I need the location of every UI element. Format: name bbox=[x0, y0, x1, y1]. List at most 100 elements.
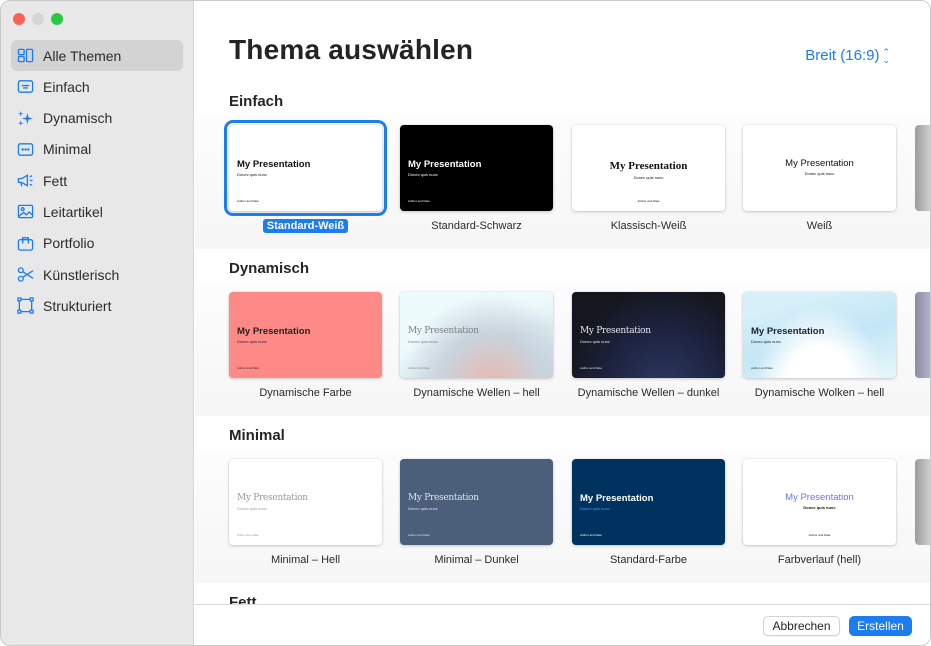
theme-card-dynamische-wellen-hell[interactable]: My Presentation Donec quis nunc Author a… bbox=[400, 292, 553, 401]
next-theme-peek[interactable] bbox=[915, 125, 930, 211]
thumb-subtitle: Donec quis nunc bbox=[237, 339, 267, 344]
slide-size-popup[interactable]: Breit (16:9) ⌃ ⌄ bbox=[805, 47, 890, 64]
section-title: Einfach bbox=[229, 93, 284, 110]
thumb-subtitle: Donec quis nunc bbox=[751, 339, 781, 344]
thumb-title: My Presentation bbox=[408, 159, 482, 170]
frame-icon bbox=[16, 297, 34, 315]
theme-card-standard-farbe[interactable]: My Presentation Donec quis nunc Author a… bbox=[572, 459, 725, 568]
theme-card-weiss[interactable]: My Presentation Donec quis nunc Weiß bbox=[743, 125, 896, 234]
theme-category-list: Alle Themen Einfach Dynamisch Minimal Fe… bbox=[11, 40, 183, 322]
thumb-title: My Presentation bbox=[609, 160, 688, 172]
briefcase-icon bbox=[16, 234, 34, 252]
sidebar-item-portfolio[interactable]: Portfolio bbox=[11, 228, 183, 259]
thumb-subtitle: Donec quis nunc bbox=[803, 505, 836, 510]
sidebar: Alle Themen Einfach Dynamisch Minimal Fe… bbox=[1, 1, 194, 645]
theme-card-standard-weiss[interactable]: My Presentation Donec quis nunc Author a… bbox=[224, 120, 387, 234]
sidebar-item-fett[interactable]: Fett bbox=[11, 165, 183, 196]
thumb-title: My Presentation bbox=[408, 326, 479, 336]
theme-thumbnail: My Presentation Donec quis nunc Author a… bbox=[400, 459, 553, 545]
sidebar-item-label: Einfach bbox=[43, 78, 90, 95]
theme-label: Standard-Schwarz bbox=[431, 220, 522, 232]
thumb-title: My Presentation bbox=[408, 493, 479, 503]
thumb-title: My Presentation bbox=[580, 326, 651, 336]
thumb-subtitle: Donec quis nunc bbox=[408, 339, 438, 344]
section-title: Dynamisch bbox=[229, 260, 310, 277]
thumb-subtitle: Donec quis nunc bbox=[580, 339, 610, 344]
section-header-einfach: Einfach bbox=[195, 81, 930, 117]
theme-card-minimal-dunkel[interactable]: My Presentation Donec quis nunc Author a… bbox=[400, 459, 553, 568]
maximize-window-button[interactable] bbox=[51, 13, 63, 25]
next-theme-peek[interactable] bbox=[915, 292, 930, 378]
theme-thumbnail: My Presentation Donec quis nunc Author a… bbox=[229, 459, 382, 545]
thumb-author: Author and Date bbox=[580, 366, 602, 370]
thumb-title: My Presentation bbox=[580, 493, 654, 504]
sidebar-item-label: Leitartikel bbox=[43, 203, 103, 220]
thumb-title: My Presentation bbox=[785, 158, 854, 169]
theme-label: Minimal – Dunkel bbox=[434, 554, 519, 566]
theme-label: Weiß bbox=[806, 220, 833, 232]
minimal-icon bbox=[16, 140, 34, 158]
sidebar-item-minimal[interactable]: Minimal bbox=[11, 134, 183, 165]
up-down-chevron-icon: ⌃ ⌄ bbox=[882, 46, 890, 65]
theme-thumbnail: My Presentation Donec quis nunc Author a… bbox=[400, 292, 553, 378]
theme-thumbnail: My Presentation Donec quis nunc Author a… bbox=[400, 125, 553, 211]
sidebar-item-label: Strukturiert bbox=[43, 297, 112, 314]
sidebar-item-leitartikel[interactable]: Leitartikel bbox=[11, 196, 183, 227]
sidebar-item-alle-themen[interactable]: Alle Themen bbox=[11, 40, 183, 71]
theme-card-dynamische-farbe[interactable]: My Presentation Donec quis nunc Author a… bbox=[229, 292, 382, 401]
sidebar-item-einfach[interactable]: Einfach bbox=[11, 71, 183, 102]
theme-label: Dynamische Wellen – dunkel bbox=[577, 387, 720, 399]
sparkles-icon bbox=[16, 109, 34, 127]
thumb-author: Author and Date bbox=[237, 199, 259, 203]
thumb-title: My Presentation bbox=[743, 492, 896, 503]
theme-card-klassisch-weiss[interactable]: My Presentation Donec quis nunc Author a… bbox=[572, 125, 725, 234]
sidebar-item-label: Künstlerisch bbox=[43, 266, 120, 283]
thumb-subtitle: Donec quis nunc bbox=[408, 172, 438, 177]
thumb-title: My Presentation bbox=[237, 493, 308, 503]
theme-card-dynamische-wolken-hell[interactable]: My Presentation Donec quis nunc Author a… bbox=[743, 292, 896, 401]
theme-thumbnail: My Presentation Donec quis nunc Author a… bbox=[229, 292, 382, 378]
theme-card-standard-schwarz[interactable]: My Presentation Donec quis nunc Author a… bbox=[400, 125, 553, 234]
thumb-author: Author and Date bbox=[237, 366, 259, 370]
sidebar-item-label: Dynamisch bbox=[43, 110, 113, 127]
thumb-title: My Presentation bbox=[237, 159, 311, 170]
sidebar-item-label: Fett bbox=[43, 172, 68, 189]
window-controls bbox=[13, 13, 63, 25]
photo-icon bbox=[16, 203, 34, 221]
slide-size-value: Breit (16:9) bbox=[805, 47, 880, 64]
theme-gallery[interactable]: Thema auswählen Breit (16:9) ⌃ ⌄ Einfach … bbox=[195, 1, 930, 605]
thumb-author: Author and Date bbox=[408, 366, 430, 370]
theme-card-dynamische-wellen-dunkel[interactable]: My Presentation Donec quis nunc Author a… bbox=[572, 292, 725, 401]
thumb-title: My Presentation bbox=[751, 326, 825, 337]
theme-label: Minimal – Hell bbox=[270, 554, 341, 566]
dialog-footer: Abbrechen Erstellen bbox=[195, 604, 930, 645]
theme-label: Farbverlauf (hell) bbox=[777, 554, 862, 566]
theme-card-farbverlauf-hell[interactable]: My Presentation Donec quis nunc Author a… bbox=[743, 459, 896, 568]
close-window-button[interactable] bbox=[13, 13, 25, 25]
sidebar-item-dynamisch[interactable]: Dynamisch bbox=[11, 103, 183, 134]
theme-thumbnail: My Presentation Donec quis nunc Author a… bbox=[572, 459, 725, 545]
thumb-subtitle: Donec quis nunc bbox=[237, 172, 267, 177]
cancel-button[interactable]: Abbrechen bbox=[763, 616, 840, 636]
section-title: Minimal bbox=[229, 427, 285, 444]
sidebar-item-label: Minimal bbox=[43, 141, 92, 158]
theme-row-minimal: My Presentation Donec quis nunc Author a… bbox=[195, 449, 930, 605]
sidebar-item-label: Alle Themen bbox=[43, 47, 122, 64]
minimize-window-button[interactable] bbox=[32, 13, 44, 25]
thumb-author: Author and Date bbox=[808, 533, 831, 537]
theme-thumbnail: My Presentation Donec quis nunc Author a… bbox=[743, 292, 896, 378]
sidebar-item-kuenstlerisch[interactable]: Künstlerisch bbox=[11, 259, 183, 290]
theme-label: Standard-Weiß bbox=[262, 219, 349, 233]
theme-card-minimal-hell[interactable]: My Presentation Donec quis nunc Author a… bbox=[229, 459, 382, 568]
next-theme-peek[interactable] bbox=[915, 459, 930, 545]
thumb-author: Author and Date bbox=[237, 533, 259, 537]
theme-thumbnail: My Presentation Donec quis nunc Author a… bbox=[572, 125, 725, 211]
thumb-author: Author and Date bbox=[408, 533, 430, 537]
scissors-icon bbox=[16, 266, 34, 284]
thumb-author: Author and Date bbox=[637, 199, 660, 203]
create-button[interactable]: Erstellen bbox=[849, 616, 912, 636]
section-header-fett: Fett bbox=[195, 583, 930, 605]
simple-icon bbox=[16, 78, 34, 96]
sidebar-item-label: Portfolio bbox=[43, 235, 95, 252]
sidebar-item-strukturiert[interactable]: Strukturiert bbox=[11, 290, 183, 321]
